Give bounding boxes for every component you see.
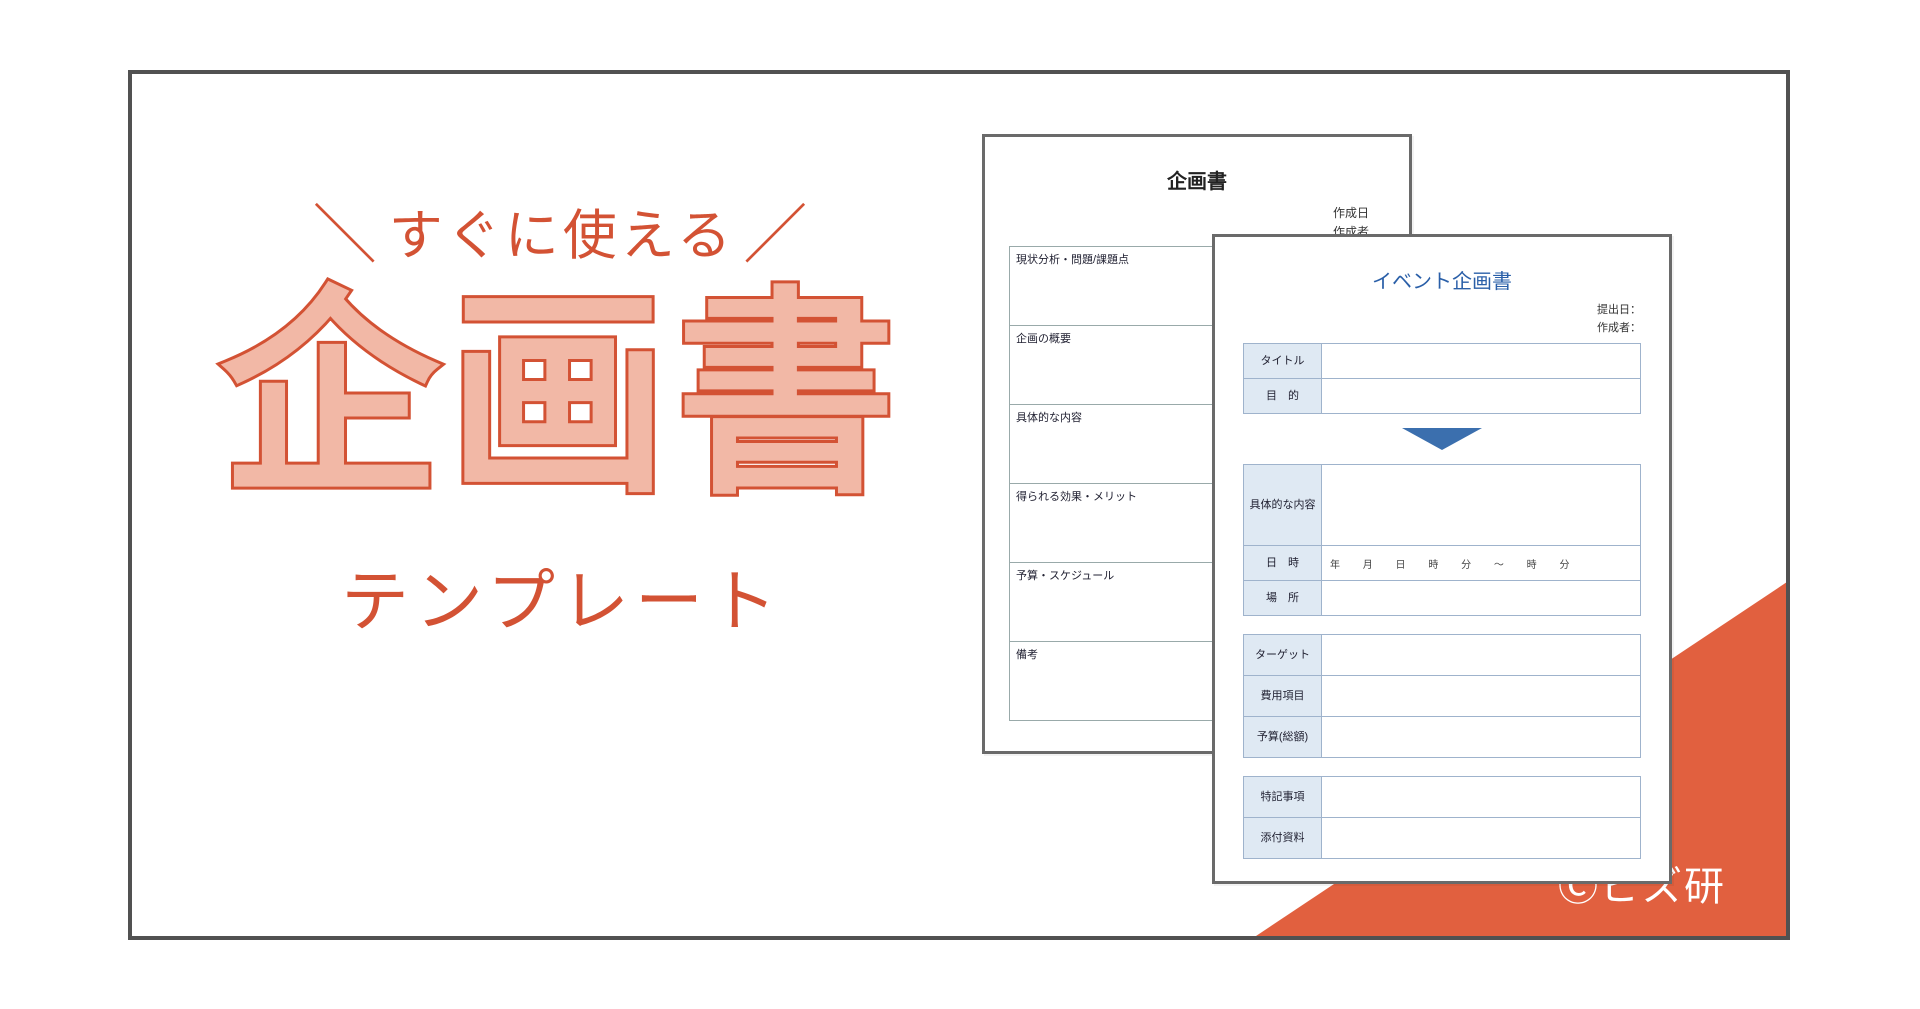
paper2-meta-date: 提出日： — [1243, 302, 1641, 320]
paper2-label: 日 時 — [1244, 546, 1322, 580]
paper2-label: 特記事項 — [1244, 777, 1322, 817]
table-row: 費用項目 — [1244, 675, 1640, 716]
paper2-datetime-value: 年 月 日 時 分 ～ 時 分 — [1322, 546, 1640, 580]
paper2-label: 予算(総額) — [1244, 717, 1322, 757]
table-row: 予算(総額) — [1244, 716, 1640, 757]
table-row: タイトル — [1244, 344, 1640, 378]
stage: Ⓒビズ研 ＼ すぐに使える ／ 企画書 テンプレート 企画書 作成日 作成者 現… — [0, 0, 1920, 1009]
table-row: 目 的 — [1244, 378, 1640, 413]
tagline-text: すぐに使える — [389, 191, 735, 270]
outer-frame: Ⓒビズ研 ＼ すぐに使える ／ 企画書 テンプレート 企画書 作成日 作成者 現… — [128, 70, 1790, 940]
table-row: 日 時年 月 日 時 分 ～ 時 分 — [1244, 545, 1640, 580]
paper2-block1: タイトル 目 的 — [1243, 343, 1641, 414]
tagline: ＼ すぐに使える ／ — [212, 184, 912, 276]
paper2-label: 添付資料 — [1244, 818, 1322, 858]
paper2-meta: 提出日： 作成者： — [1243, 302, 1641, 337]
table-row: 添付資料 — [1244, 817, 1640, 858]
paper1-title: 企画書 — [985, 165, 1409, 194]
paper2-label: ターゲット — [1244, 635, 1322, 675]
paper2-label: タイトル — [1244, 344, 1322, 378]
slash-left-icon: ＼ — [313, 184, 381, 276]
table-row: ターゲット — [1244, 635, 1640, 675]
main-title: 企画書 — [212, 286, 912, 506]
down-arrow-icon — [1402, 428, 1482, 450]
paper1-meta-date: 作成日 — [985, 204, 1369, 223]
template-preview-event: イベント企画書 提出日： 作成者： タイトル 目 的 具体的な内容 日 時年 月… — [1212, 234, 1672, 884]
paper2-meta-author: 作成者： — [1243, 320, 1641, 338]
paper2-label: 目 的 — [1244, 379, 1322, 413]
slash-right-icon: ／ — [743, 184, 811, 276]
paper2-block4: 特記事項 添付資料 — [1243, 776, 1641, 859]
paper2-block3: ターゲット 費用項目 予算(総額) — [1243, 634, 1641, 758]
paper2-label: 具体的な内容 — [1244, 465, 1322, 545]
subtitle: テンプレート — [212, 546, 912, 645]
table-row: 特記事項 — [1244, 777, 1640, 817]
paper2-title: イベント企画書 — [1243, 265, 1641, 294]
table-row: 場 所 — [1244, 580, 1640, 615]
paper2-label: 場 所 — [1244, 581, 1322, 615]
table-row: 具体的な内容 — [1244, 465, 1640, 545]
paper2-block2: 具体的な内容 日 時年 月 日 時 分 ～ 時 分 場 所 — [1243, 464, 1641, 616]
promo-block: ＼ すぐに使える ／ 企画書 テンプレート — [212, 184, 912, 645]
paper2-label: 費用項目 — [1244, 676, 1322, 716]
